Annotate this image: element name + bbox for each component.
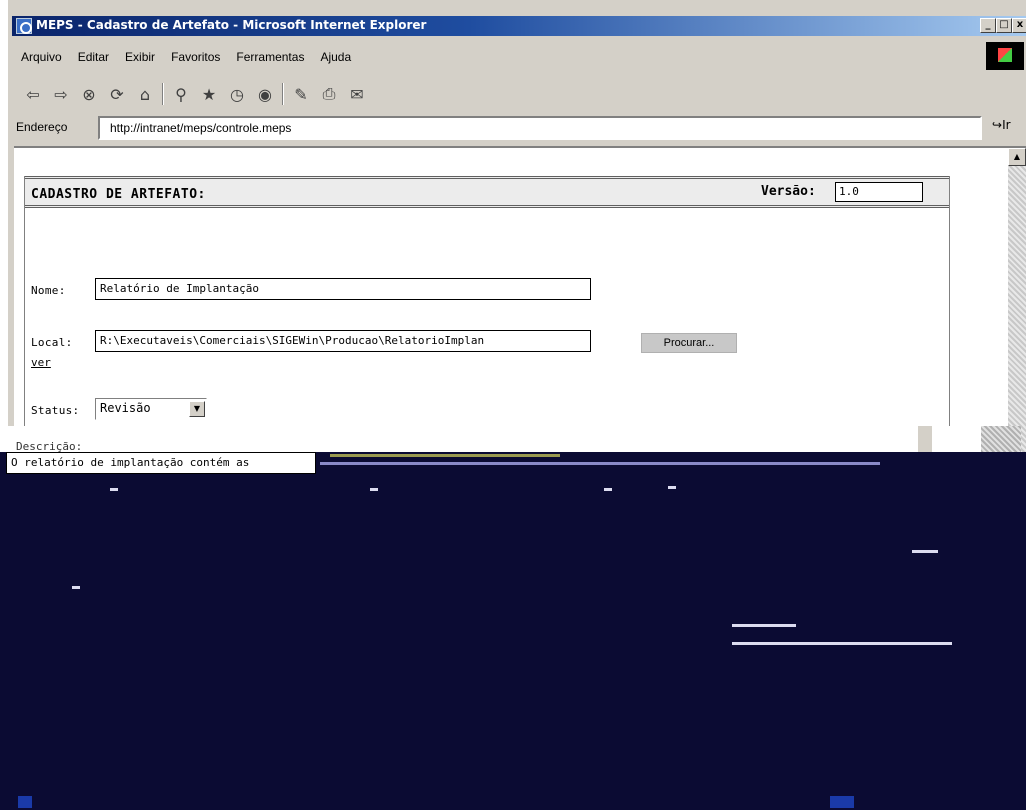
- version-field[interactable]: 1.0: [835, 182, 923, 202]
- title-bar: MEPS - Cadastro de Artefato - Microsoft …: [12, 16, 1026, 36]
- toolbar-separator: [282, 83, 284, 105]
- favorites-icon[interactable]: ★: [198, 83, 220, 105]
- version-label: Versão:: [761, 184, 816, 199]
- menu-bar: Arquivo Editar Exibir Favoritos Ferramen…: [14, 46, 974, 68]
- window-title: MEPS - Cadastro de Artefato - Microsoft …: [36, 18, 427, 32]
- local-field[interactable]: R:\Executaveis\Comerciais\SIGEWin\Produc…: [95, 330, 591, 352]
- back-icon[interactable]: ⇦: [22, 83, 44, 105]
- noise-dot: [110, 488, 118, 491]
- windows-logo-icon: [986, 42, 1024, 70]
- status-select[interactable]: Revisão ▼: [95, 398, 207, 420]
- menu-ajuda[interactable]: Ajuda: [313, 50, 360, 64]
- forward-icon[interactable]: ⇨: [50, 83, 72, 105]
- name-label: Nome:: [31, 284, 66, 297]
- go-button[interactable]: ↪Ir: [992, 118, 1011, 132]
- noise-bar: [330, 454, 560, 457]
- noise-bar: [320, 462, 880, 465]
- toolbar: ⇦ ⇨ ⊗ ⟳ ⌂ ⚲ ★ ◷ ◉ ✎ ⎙ ✉: [12, 78, 912, 110]
- glitch-hatch: [981, 426, 1021, 452]
- form-frame: CADASTRO DE ARTEFATO: Versão: 1.0 Nome: …: [24, 176, 950, 436]
- noise-dot: [732, 642, 952, 645]
- description-field[interactable]: O relatório de implantação contém as: [6, 452, 316, 474]
- chevron-down-icon[interactable]: ▼: [189, 401, 205, 417]
- page-content: ▲ CADASTRO DE ARTEFATO: Versão: 1.0 Nome…: [14, 146, 1026, 454]
- search-icon[interactable]: ⚲: [170, 83, 192, 105]
- maximize-button[interactable]: □: [996, 18, 1012, 33]
- vertical-scrollbar[interactable]: ▲: [1008, 148, 1026, 454]
- form-title: CADASTRO DE ARTEFATO:: [31, 187, 206, 202]
- menu-ferramentas[interactable]: Ferramentas: [229, 50, 313, 64]
- browse-button[interactable]: Procurar...: [641, 333, 737, 353]
- form-header: CADASTRO DE ARTEFATO: Versão: 1.0: [25, 176, 949, 208]
- noise-dot: [370, 488, 378, 491]
- name-field[interactable]: Relatório de Implantação: [95, 278, 591, 300]
- ie-page-icon: [16, 18, 32, 34]
- address-bar: Endereço http://intranet/meps/controle.m…: [12, 116, 1026, 142]
- close-button[interactable]: x: [1012, 18, 1026, 33]
- menu-exibir[interactable]: Exibir: [118, 50, 164, 64]
- mail-icon[interactable]: ✉: [346, 83, 368, 105]
- noise-dot: [732, 624, 796, 627]
- menu-arquivo[interactable]: Arquivo: [14, 50, 71, 64]
- scroll-up-icon[interactable]: ▲: [1008, 148, 1026, 166]
- glitch-strip: [918, 426, 932, 452]
- noise-dot: [72, 586, 80, 589]
- ver-link[interactable]: ver: [31, 356, 51, 369]
- history-icon[interactable]: ◷: [226, 83, 248, 105]
- address-url: http://intranet/meps/controle.meps: [110, 121, 292, 135]
- minimize-button[interactable]: _: [980, 18, 996, 33]
- print-icon[interactable]: ⎙: [318, 83, 340, 105]
- window-controls: _ □ x: [980, 18, 1026, 33]
- refresh-icon[interactable]: ⟳: [106, 83, 128, 105]
- glitch-band: [6, 426, 1021, 452]
- local-label: Local:: [31, 336, 73, 349]
- noise-blob: [18, 796, 32, 808]
- address-input[interactable]: http://intranet/meps/controle.meps ▼: [98, 116, 982, 140]
- stop-icon[interactable]: ⊗: [78, 83, 100, 105]
- address-label: Endereço: [16, 120, 68, 134]
- menu-editar[interactable]: Editar: [71, 50, 118, 64]
- media-icon[interactable]: ◉: [254, 83, 276, 105]
- status-value: Revisão: [100, 401, 151, 415]
- status-label: Status:: [31, 404, 80, 417]
- noise-blob: [830, 796, 854, 808]
- noise-dot: [668, 486, 676, 489]
- noise-dot: [912, 550, 938, 553]
- noise-dot: [604, 488, 612, 491]
- toolbar-separator: [162, 83, 164, 105]
- home-icon[interactable]: ⌂: [134, 83, 156, 105]
- menu-favoritos[interactable]: Favoritos: [164, 50, 229, 64]
- corrupted-region: [0, 452, 1026, 810]
- edit-icon[interactable]: ✎: [290, 83, 312, 105]
